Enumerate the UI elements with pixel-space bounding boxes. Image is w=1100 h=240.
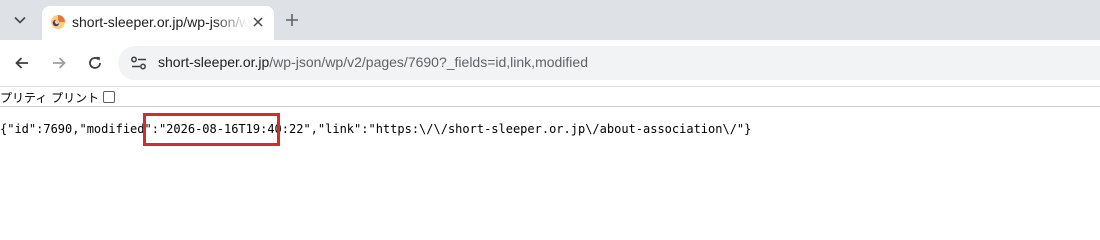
- back-arrow-icon[interactable]: [10, 51, 34, 75]
- pretty-print-control: プリティ プリント: [0, 89, 116, 105]
- tab-strip: short-sleeper.or.jp/wp-json/wp/v2/pages/…: [0, 0, 1100, 40]
- url-host: short-sleeper.or.jp: [158, 54, 270, 70]
- json-prefix: {"id":7690,"modified":: [0, 122, 159, 136]
- pretty-print-label: プリティ プリント: [0, 90, 100, 105]
- site-favicon-icon: [50, 14, 66, 30]
- reload-icon[interactable]: [83, 51, 107, 75]
- tab-active[interactable]: short-sleeper.or.jp/wp-json/wp/v2/pages/…: [42, 6, 274, 40]
- highlight-annotation-box: [143, 113, 280, 146]
- url-path: /wp-json/wp/v2/pages/7690?_fields=id,lin…: [269, 54, 588, 70]
- address-bar[interactable]: short-sleeper.or.jp/wp-json/wp/v2/pages/…: [118, 46, 1100, 80]
- forward-arrow-icon[interactable]: [47, 51, 71, 75]
- json-suffix: ,"link":"https:\/\/short-sleeper.or.jp\/…: [310, 122, 752, 136]
- browser-toolbar: short-sleeper.or.jp/wp-json/wp/v2/pages/…: [0, 40, 1100, 87]
- new-tab-icon[interactable]: [280, 8, 304, 32]
- tab-search-dropdown-icon[interactable]: [8, 8, 32, 32]
- divider: [0, 106, 1100, 107]
- json-response-text: {"id":7690,"modified":"2026-08-16T19:40:…: [0, 122, 751, 136]
- tab-title: short-sleeper.or.jp/wp-json/wp/v2/pages/…: [72, 14, 248, 30]
- url-text[interactable]: short-sleeper.or.jp/wp-json/wp/v2/pages/…: [158, 54, 588, 70]
- site-settings-icon[interactable]: [130, 55, 148, 71]
- pretty-print-checkbox[interactable]: [103, 91, 116, 103]
- tab-close-icon[interactable]: [248, 12, 268, 32]
